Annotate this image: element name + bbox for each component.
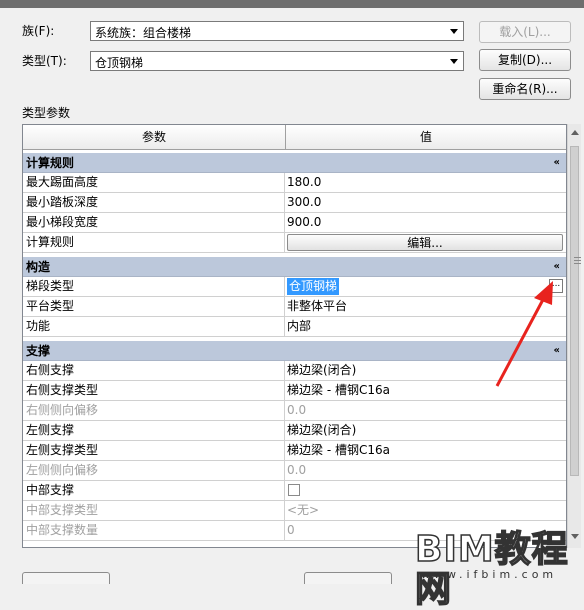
- bottom-button[interactable]: [22, 572, 110, 584]
- annotation-arrow: [495, 281, 553, 387]
- watermark-url: www.ifbim.com: [421, 568, 558, 581]
- bottom-button[interactable]: [304, 572, 392, 584]
- watermark-logo: BIM教程网 www.ifbim.com: [413, 529, 583, 610]
